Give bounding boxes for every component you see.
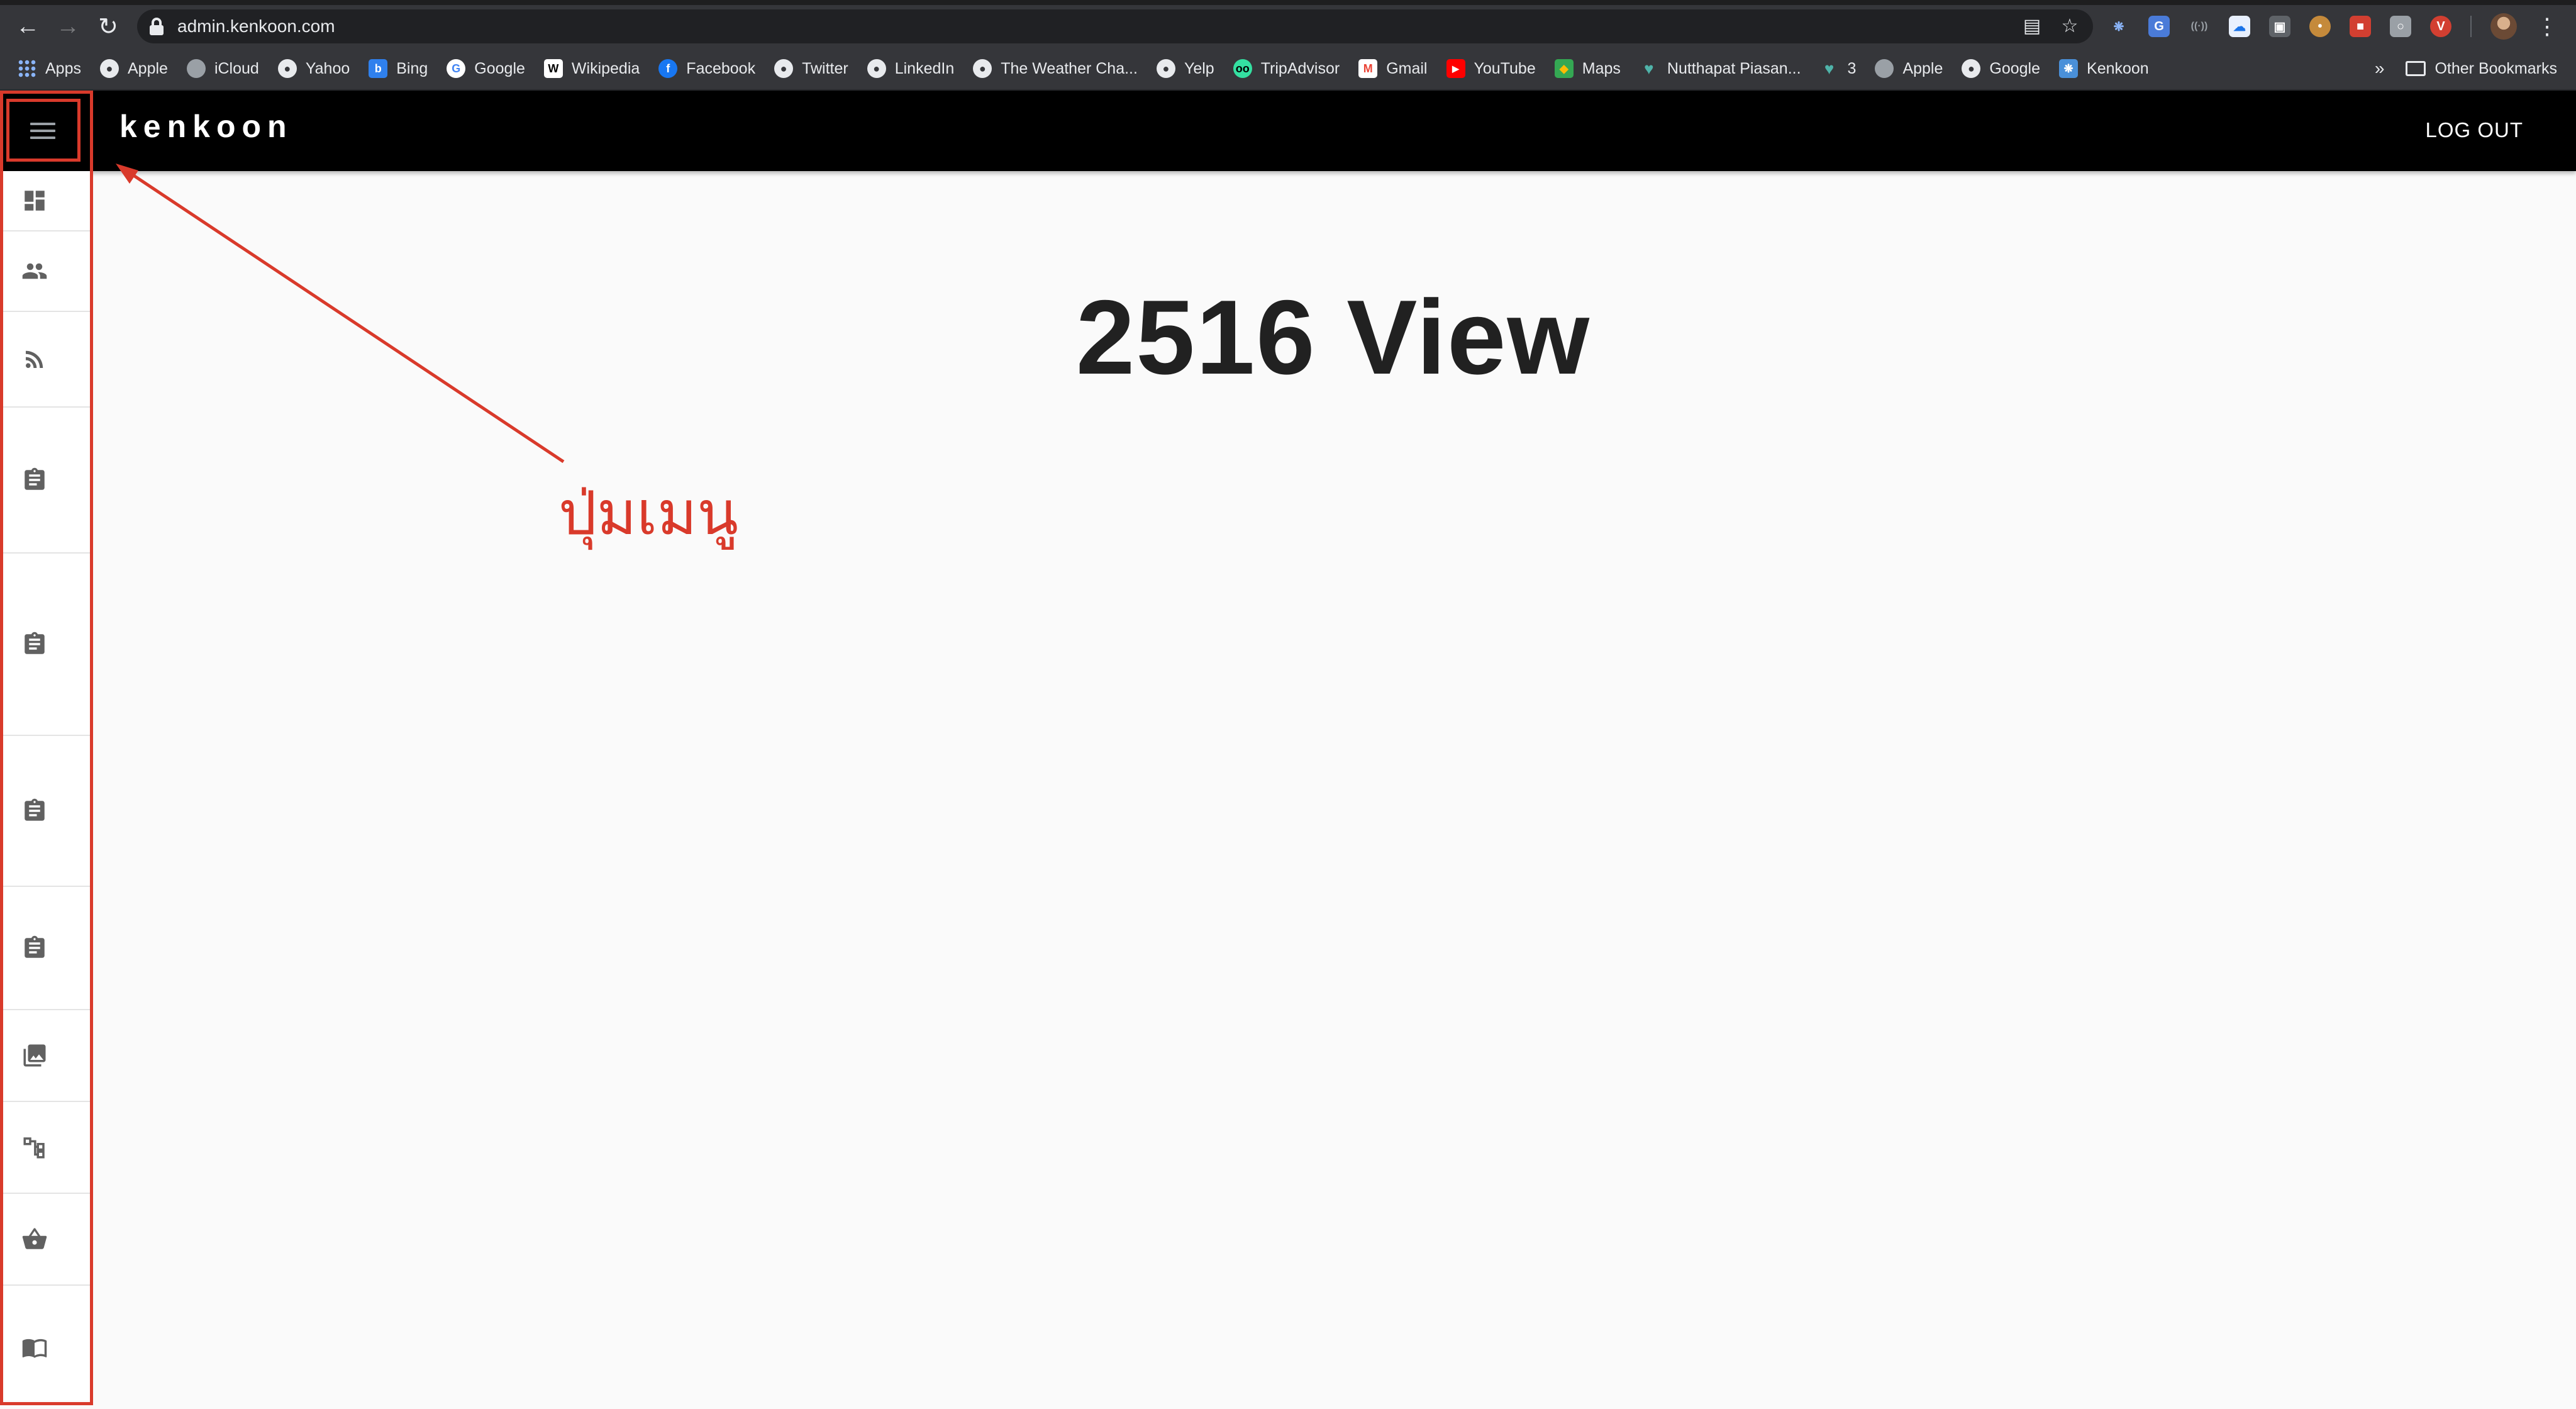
google-icon: G	[447, 59, 466, 78]
bookmark-yahoo[interactable]: ● Yahoo	[277, 59, 350, 78]
back-arrow-icon[interactable]: ←	[8, 6, 48, 47]
bookmark-tripadvisor[interactable]: oo TripAdvisor	[1233, 59, 1340, 78]
gmail-icon: M	[1358, 59, 1378, 78]
tripadvisor-icon: oo	[1233, 59, 1252, 78]
bookmark-youtube[interactable]: ▶ YouTube	[1446, 59, 1536, 78]
bookmark-apple-2[interactable]: Apple	[1875, 59, 1943, 78]
app-header: kenkoon LOG OUT	[0, 91, 2576, 171]
wikipedia-icon: W	[543, 59, 563, 78]
maps-icon: ◆	[1554, 59, 1574, 78]
globe-icon: ●	[1962, 59, 1981, 78]
url-text[interactable]: admin.kenkoon.com	[177, 16, 335, 36]
react-devtools-icon[interactable]: ❋	[2108, 16, 2129, 37]
bookmark-weather-channel[interactable]: ● The Weather Cha...	[973, 59, 1138, 78]
globe-icon: ●	[1156, 59, 1175, 78]
toolbar-divider	[2470, 16, 2472, 37]
globe-icon: ●	[774, 59, 794, 78]
camera-extension-icon[interactable]: ▣	[2269, 16, 2290, 37]
bookmark-google[interactable]: G Google	[447, 59, 525, 78]
lock-icon	[150, 18, 164, 35]
other-bookmarks-folder[interactable]: Other Bookmarks	[2406, 60, 2557, 78]
photo-library-icon	[23, 1044, 46, 1067]
dashboard-icon	[25, 191, 45, 211]
apps-grid-icon	[18, 59, 36, 78]
red-extension-icon[interactable]: ■	[2350, 16, 2371, 37]
chat-extension-icon[interactable]: ○	[2390, 16, 2411, 37]
cookie-extension-icon[interactable]: •	[2309, 16, 2331, 37]
youtube-icon: ▶	[1446, 59, 1465, 78]
folder-icon	[2406, 61, 2426, 76]
window-top-strip	[0, 0, 2576, 5]
vivaldi-extension-icon[interactable]: V	[2430, 16, 2451, 37]
menu-button[interactable]	[6, 99, 79, 162]
bookmark-kenkoon[interactable]: ❋ Kenkoon	[2059, 59, 2149, 78]
sidebar-item-clipboard-3[interactable]	[0, 736, 92, 887]
browser-menu-icon[interactable]: ⋮	[2536, 13, 2558, 40]
hamburger-menu-icon	[30, 123, 55, 139]
heart-icon: ♥	[1824, 58, 1835, 78]
bookmark-bing[interactable]: b Bing	[369, 59, 428, 78]
wifi-extension-icon[interactable]: ((·))	[2189, 16, 2210, 37]
sidebar-item-clipboard-2[interactable]	[0, 554, 92, 736]
address-bar[interactable]: admin.kenkoon.com ▤ ☆	[137, 9, 2093, 43]
bookmark-nutthapat[interactable]: ♥ Nutthapat Piasan...	[1640, 59, 1801, 78]
forward-arrow-icon[interactable]: →	[48, 6, 88, 47]
bookmark-linkedin[interactable]: ● LinkedIn	[867, 59, 954, 78]
bookmark-apple[interactable]: ● Apple	[99, 59, 168, 78]
bookmark-3[interactable]: ♥ 3	[1820, 59, 1857, 78]
cloud-extension-icon[interactable]: ☁	[2229, 16, 2250, 37]
sidebar-item-dashboard[interactable]	[0, 171, 92, 231]
translate-icon[interactable]: ▤	[2021, 16, 2043, 37]
brand-logo[interactable]: kenkoon	[119, 108, 293, 145]
sidebar-item-clipboard-4[interactable]	[0, 887, 92, 1010]
bing-icon: b	[369, 59, 388, 78]
annotation-arrow	[116, 164, 565, 464]
sidebar-item-shop[interactable]	[0, 1194, 92, 1286]
reload-icon[interactable]: ↻	[88, 6, 128, 47]
globe-icon: ●	[973, 59, 992, 78]
clipboard-icon	[25, 798, 45, 821]
book-icon	[22, 1339, 47, 1358]
bookmark-apps[interactable]: Apps	[18, 59, 81, 78]
google-translate-extension-icon[interactable]: G	[2148, 16, 2170, 37]
bookmarks-overflow-button[interactable]: »	[2375, 58, 2385, 79]
clipboard-icon	[25, 467, 45, 490]
kenkoon-icon: ❋	[2059, 59, 2079, 78]
shopping-basket-icon	[22, 1228, 47, 1249]
sidebar-item-structure[interactable]	[0, 1102, 92, 1194]
apple-icon	[186, 59, 206, 78]
profile-avatar[interactable]	[2490, 13, 2517, 40]
view-count-title: 2516 View	[1075, 278, 1591, 396]
bookmark-yelp[interactable]: ● Yelp	[1156, 59, 1214, 78]
facebook-icon: f	[658, 59, 678, 78]
sidebar-item-gallery[interactable]	[0, 1010, 92, 1102]
bookmarks-bar: Apps ● Apple iCloud ● Yahoo b Bing G Google …	[0, 48, 2576, 91]
annotation-label: ปุ่มเมนู	[558, 478, 738, 549]
globe-icon: ●	[99, 59, 119, 78]
globe-icon: ●	[867, 59, 886, 78]
clipboard-icon	[25, 632, 45, 654]
bookmark-icloud[interactable]: iCloud	[186, 59, 259, 78]
sitemap-icon	[23, 1137, 45, 1159]
browser-toolbar: ← → ↻ admin.kenkoon.com ▤ ☆ ❋ G ((·)) ☁ …	[0, 5, 2576, 48]
heart-icon: ♥	[1644, 58, 1654, 78]
logout-button[interactable]: LOG OUT	[2425, 118, 2523, 142]
apple-icon	[1875, 59, 1894, 78]
globe-icon: ●	[277, 59, 297, 78]
sidebar-item-clipboard-1[interactable]	[0, 408, 92, 554]
clipboard-icon	[25, 935, 45, 958]
extensions-area: ❋ G ((·)) ☁ ▣ • ■ ○ V ⋮	[2108, 13, 2558, 40]
bookmark-google-2[interactable]: ● Google	[1962, 59, 2040, 78]
sidebar-item-book[interactable]	[0, 1286, 92, 1409]
bookmark-maps[interactable]: ◆ Maps	[1554, 59, 1621, 78]
bookmark-twitter[interactable]: ● Twitter	[774, 59, 848, 78]
bookmark-gmail[interactable]: M Gmail	[1358, 59, 1428, 78]
bookmark-facebook[interactable]: f Facebook	[658, 59, 755, 78]
bookmark-wikipedia[interactable]: W Wikipedia	[543, 59, 640, 78]
bookmark-star-icon[interactable]: ☆	[2059, 16, 2080, 37]
